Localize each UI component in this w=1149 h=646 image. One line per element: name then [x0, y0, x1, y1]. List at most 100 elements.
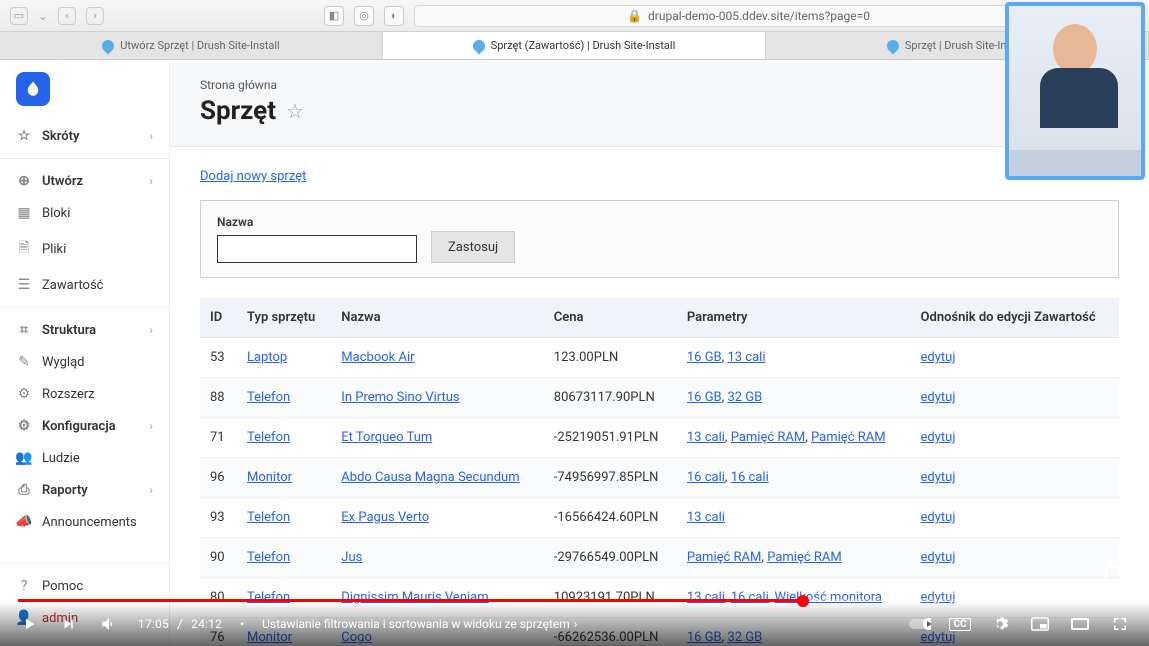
play-button[interactable]: [18, 613, 40, 635]
menu-icon: 📣: [16, 514, 32, 530]
menu-icon: ⌗: [16, 322, 32, 338]
cell-price: -29766549.00PLN: [544, 538, 677, 578]
param-link[interactable]: 32 GB: [727, 390, 762, 405]
cell-params: 16 cali, 16 cali: [677, 458, 911, 498]
param-link[interactable]: 13 cali: [687, 510, 725, 525]
privacy-icon[interactable]: ◎: [354, 6, 374, 26]
name-link[interactable]: Jus: [341, 550, 362, 565]
settings-button[interactable]: [989, 613, 1011, 635]
address-bar[interactable]: 🔒 drupal-demo-005.ddev.site/items?page=0: [414, 5, 1083, 27]
sidebar-item-rozszerz[interactable]: ⚙Rozszerz: [0, 378, 169, 410]
column-header[interactable]: Typ sprzętu: [237, 298, 331, 338]
edit-link[interactable]: edytuj: [921, 510, 956, 525]
autoplay-toggle[interactable]: [909, 613, 931, 635]
browser-tabs: Utwórz Sprzęt | Drush Site-Install Sprzę…: [0, 32, 1149, 60]
sidebar-item-label: Pliki: [42, 242, 66, 257]
fullscreen-button[interactable]: [1109, 613, 1131, 635]
param-link[interactable]: 13 cali: [727, 350, 765, 365]
suggested-video-icon[interactable]: [1103, 558, 1131, 582]
sidebar-item-label: Announcements: [42, 515, 137, 530]
type-link[interactable]: Telefon: [247, 430, 290, 445]
param-link[interactable]: 13 cali: [687, 430, 725, 445]
type-link[interactable]: Telefon: [247, 390, 290, 405]
param-link[interactable]: 16 cali: [687, 470, 725, 485]
edit-link[interactable]: edytuj: [921, 550, 956, 565]
extension-icon[interactable]: ◐: [384, 6, 404, 26]
sidebar-item-label: Wygląd: [42, 355, 84, 370]
param-link[interactable]: Pamięć RAM: [731, 430, 806, 445]
drupal-logo[interactable]: [16, 72, 50, 106]
menu-icon: 🗎: [16, 237, 32, 261]
column-header[interactable]: Odnośnik do edycji Zawartość: [911, 298, 1119, 338]
next-button[interactable]: [58, 613, 80, 635]
add-new-link[interactable]: Dodaj nowy sprzęt: [200, 169, 306, 184]
type-link[interactable]: Telefon: [247, 510, 290, 525]
apply-button[interactable]: Zastosuj: [431, 231, 515, 263]
menu-icon: ✎: [16, 354, 32, 370]
name-link[interactable]: Ex Pagus Verto: [341, 510, 429, 525]
name-link[interactable]: Abdo Causa Magna Secundum: [341, 470, 519, 485]
param-link[interactable]: Pamięć RAM: [811, 430, 886, 445]
browser-tab-1[interactable]: Sprzęt (Zawartość) | Drush Site-Install: [383, 32, 766, 59]
sidebar-item-pliki[interactable]: 🗎 Pliki: [0, 229, 169, 269]
column-header[interactable]: Parametry: [677, 298, 911, 338]
theater-button[interactable]: [1069, 613, 1091, 635]
sidebar-item-zawartość[interactable]: ☰Zawartość: [0, 269, 169, 301]
chevron-right-icon: ›: [149, 323, 153, 337]
name-link[interactable]: In Premo Sino Virtus: [341, 390, 459, 405]
video-controls: 17:05 / 24:12 • Ustawianie filtrowania i…: [0, 602, 1149, 646]
table-row: 53LaptopMacbook Air123.00PLN16 GB, 13 ca…: [200, 338, 1119, 378]
param-link[interactable]: 16 cali: [731, 470, 769, 485]
sidebar-item-wygląd[interactable]: ✎ Wygląd: [0, 346, 169, 378]
name-link[interactable]: Et Torqueo Tum: [341, 430, 432, 445]
sidebar-item-help[interactable]: ? Pomoc: [0, 570, 169, 602]
cell-id: 53: [200, 338, 237, 378]
help-icon: ?: [16, 578, 32, 594]
sidebar-item-label: Pomoc: [42, 579, 83, 594]
name-filter-input[interactable]: [217, 235, 417, 263]
sidebar-item-konfiguracja[interactable]: ⚙Konfiguracja›: [0, 410, 169, 442]
sidebar-item-announcements[interactable]: 📣 Announcements: [0, 506, 169, 538]
back-button[interactable]: ‹: [58, 7, 76, 25]
chevron-right-icon: ›: [149, 174, 153, 188]
captions-button[interactable]: CC: [949, 613, 971, 635]
edit-link[interactable]: edytuj: [921, 470, 956, 485]
param-link[interactable]: Pamięć RAM: [767, 550, 842, 565]
favorite-star-icon[interactable]: ☆: [286, 99, 304, 123]
dropdown-icon[interactable]: ⌄: [38, 9, 48, 23]
sidebar-item-ludzie[interactable]: 👥Ludzie: [0, 442, 169, 474]
edit-link[interactable]: edytuj: [921, 430, 956, 445]
param-link[interactable]: 16 GB: [687, 350, 722, 365]
browser-tab-0[interactable]: Utwórz Sprzęt | Drush Site-Install: [0, 32, 383, 59]
type-link[interactable]: Laptop: [247, 350, 287, 365]
table-row: 71TelefonEt Torqueo Tum-25219051.91PLN13…: [200, 418, 1119, 458]
column-header[interactable]: ID: [200, 298, 237, 338]
volume-button[interactable]: [98, 613, 120, 635]
shield-icon[interactable]: ◧: [324, 6, 344, 26]
sidebar-item-utwórz[interactable]: ⊕Utwórz›: [0, 165, 169, 197]
tab-label: Sprzęt (Zawartość) | Drush Site-Install: [491, 39, 676, 52]
sidebar-toggle-icon[interactable]: ▭: [10, 7, 28, 25]
filter-form: Nazwa Zastosuj: [200, 200, 1119, 278]
menu-icon: ⎙: [16, 482, 32, 498]
chapter-title[interactable]: Ustawianie filtrowania i sortowania w wi…: [262, 617, 577, 631]
param-link[interactable]: 16 GB: [687, 390, 722, 405]
edit-link[interactable]: edytuj: [921, 390, 956, 405]
edit-link[interactable]: edytuj: [921, 350, 956, 365]
type-link[interactable]: Monitor: [247, 470, 292, 485]
column-header[interactable]: Cena: [544, 298, 677, 338]
name-link[interactable]: Macbook Air: [341, 350, 414, 365]
column-header[interactable]: Nazwa: [331, 298, 543, 338]
miniplayer-button[interactable]: [1029, 613, 1051, 635]
sidebar-item-raporty[interactable]: ⎙Raporty›: [0, 474, 169, 506]
sidebar-item-skróty[interactable]: ☆Skróty›: [0, 120, 169, 152]
cell-id: 96: [200, 458, 237, 498]
forward-button[interactable]: ›: [86, 7, 104, 25]
breadcrumb[interactable]: Strona główna: [200, 78, 1119, 92]
type-link[interactable]: Telefon: [247, 550, 290, 565]
sidebar-item-struktura[interactable]: ⌗Struktura›: [0, 314, 169, 346]
sidebar-item-bloki[interactable]: ▦Bloki: [0, 197, 169, 229]
menu-icon: ⊕: [16, 173, 32, 189]
param-link[interactable]: Pamięć RAM: [687, 550, 762, 565]
cell-id: 93: [200, 498, 237, 538]
